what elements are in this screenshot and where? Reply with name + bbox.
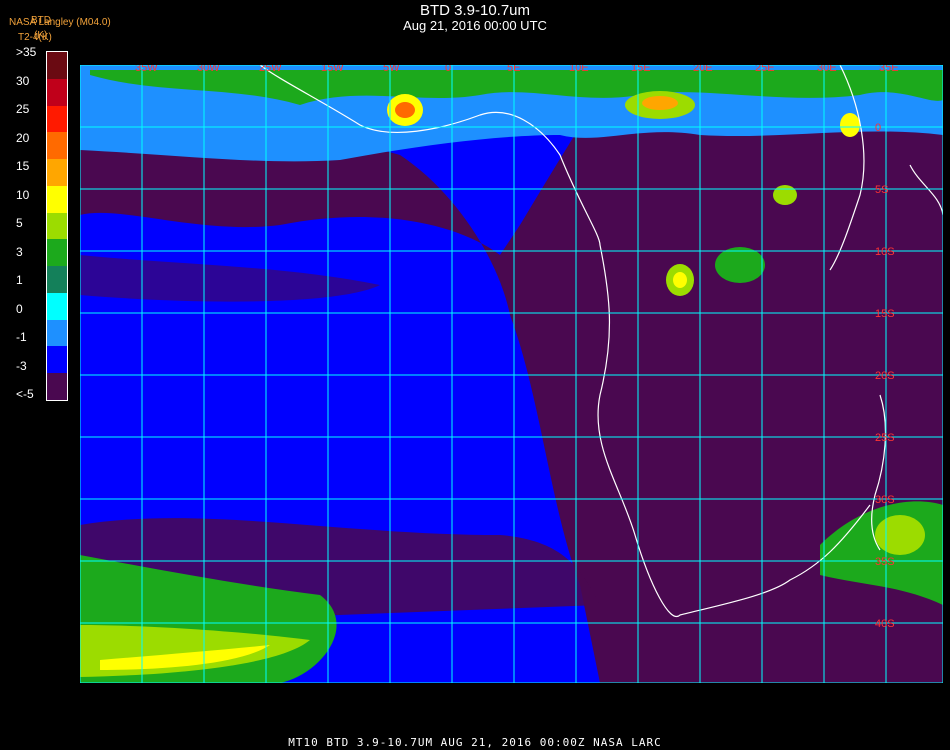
colorbar-label: -1: [16, 330, 27, 344]
longitude-label: 25E: [755, 65, 775, 74]
longitude-label: 5W: [383, 65, 400, 74]
latitude-label: 30S: [875, 494, 895, 506]
longitude-label: 15W: [321, 65, 344, 74]
latitude-label: 0: [875, 122, 881, 134]
colorbar-title-line1: BTD: [31, 15, 51, 26]
footer-caption: MT10 BTD 3.9-10.7UM AUG 21, 2016 00:00Z …: [288, 736, 662, 749]
colorbar-label: <-5: [16, 387, 34, 401]
colorbar-title-line2: (K): [34, 30, 48, 41]
latitude-label: 10S: [875, 246, 895, 258]
longitude-label: 25W: [259, 65, 282, 74]
map-subtitle: Aug 21, 2016 00:00 UTC: [403, 18, 547, 33]
colorbar-label: 5: [16, 216, 23, 230]
longitude-label: 35W: [135, 65, 158, 74]
colorbar-label: 10: [16, 187, 30, 202]
latitude-label: 25S: [875, 432, 895, 444]
colorbar-label: >35: [16, 45, 37, 59]
colorbar-label: 30: [16, 73, 30, 88]
satellite-map: 35W 30W 25W 15W 5W 0 5E 10E 15E 20E 25E 30E 35E 0 5S 1…: [80, 65, 943, 683]
colorbar-label: 15: [16, 159, 30, 173]
colorbar-label: 25: [16, 102, 30, 116]
longitude-label: 15E: [631, 65, 651, 74]
longitude-label: 0: [445, 65, 451, 74]
colorbar-label: -3: [16, 358, 27, 373]
longitude-label: 5E: [507, 65, 520, 74]
latitude-label: 35S: [875, 556, 895, 568]
longitude-label: 35E: [879, 65, 899, 74]
colorbar-label: 0: [16, 301, 23, 316]
longitude-label: 30E: [817, 65, 837, 74]
colorbar-label: 3: [16, 244, 23, 259]
map-title: BTD 3.9-10.7um: [419, 2, 531, 19]
longitude-label: 30W: [197, 65, 220, 74]
latitude-label: 5S: [875, 184, 888, 196]
longitude-label: 20E: [693, 65, 713, 74]
credit-label: NASA Langley (M04.0): [9, 17, 111, 28]
colorbar-label: 1: [16, 273, 23, 287]
latitude-label: 40S: [875, 618, 895, 630]
colorbar-label: 20: [16, 130, 30, 145]
longitude-label: 10E: [569, 65, 589, 74]
latitude-label: 20S: [875, 370, 895, 382]
latitude-label: 15S: [875, 308, 895, 320]
